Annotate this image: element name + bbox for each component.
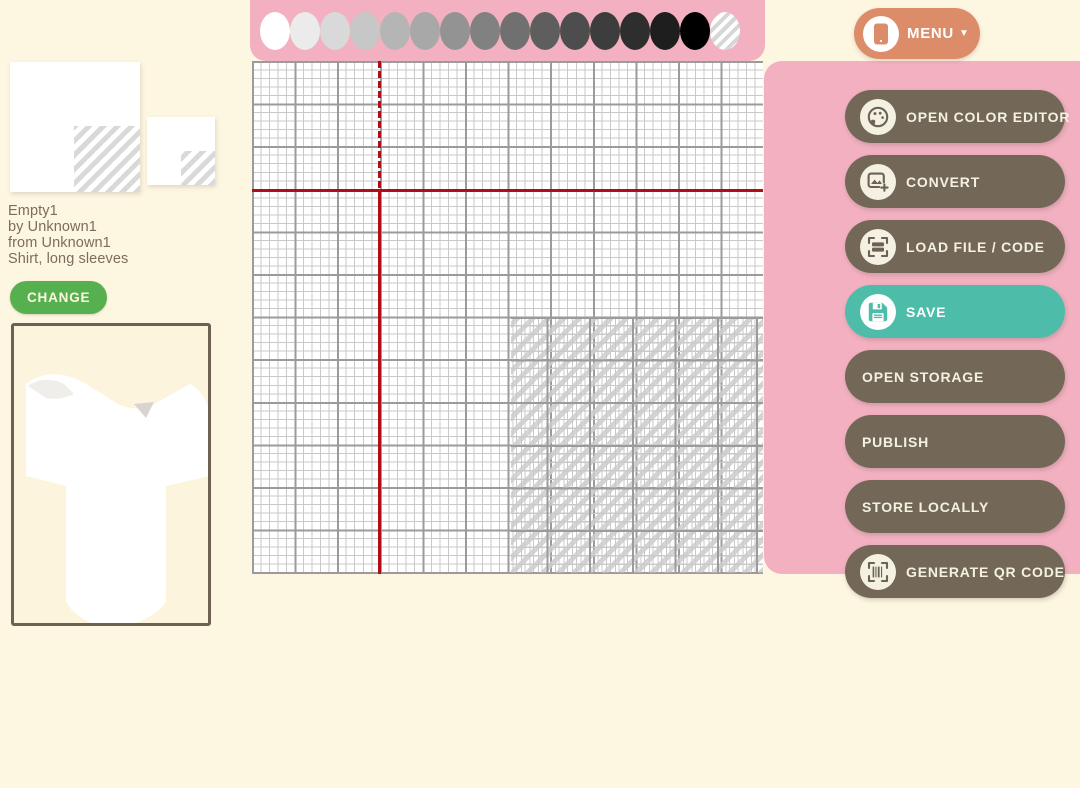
stitch-grid[interactable] [252, 61, 763, 574]
garment-thumbnail-large [10, 62, 140, 192]
palette-swatch-gray-12[interactable] [620, 11, 650, 50]
change-garment-button[interactable]: CHANGE [10, 281, 108, 314]
mobile-device-icon [863, 15, 899, 52]
panel-action-buttons: OPEN COLOR EDITOR CONVERT LOAD FILE / CODE… [845, 90, 1069, 598]
palette-swatch-gray-6[interactable] [440, 11, 470, 50]
palette-swatch-gray-11[interactable] [590, 11, 620, 50]
open-storage-label: OPEN STORAGE [862, 368, 985, 385]
generate-qr-code-label: GENERATE QR CODE [906, 563, 1065, 580]
convert-icon [860, 163, 896, 200]
palette-swatch-gray-10[interactable] [560, 11, 590, 50]
garment-metadata: Empty1 by Unknown1 from Unknown1 Shirt, … [8, 203, 128, 267]
palette-swatch-gray-4[interactable] [380, 11, 410, 50]
save-label: SAVE [906, 303, 947, 320]
palette-swatch-gray-5[interactable] [410, 11, 440, 50]
garment-thumbnail-small [147, 117, 215, 185]
palette-swatch-gray-1[interactable] [290, 11, 320, 50]
knitting-pattern-editor: Empty1 by Unknown1 from Unknown1 Shirt, … [0, 0, 1080, 788]
garment-preview[interactable] [11, 323, 211, 626]
load-file-code-label: LOAD FILE / CODE [906, 238, 1045, 255]
qr-code-icon [860, 553, 896, 590]
pattern-canvas[interactable] [252, 61, 763, 574]
alpha-checker-small [181, 151, 215, 185]
garment-thumbnails [10, 62, 215, 194]
palette-swatch-gray-7[interactable] [470, 11, 500, 50]
palette-swatch-white[interactable] [260, 11, 290, 50]
color-palette-bar [250, 0, 765, 61]
publish-button[interactable]: PUBLISH [845, 415, 1065, 468]
convert-button[interactable]: CONVERT [845, 155, 1065, 208]
garment-source: from Unknown1 [8, 235, 111, 251]
generate-qr-code-button[interactable]: GENERATE QR CODE [845, 545, 1065, 598]
palette-swatch-gray-2[interactable] [320, 11, 350, 50]
garment-author: by Unknown1 [8, 219, 97, 235]
palette-swatch-gray-9[interactable] [530, 11, 560, 50]
palette-swatch-black[interactable] [680, 11, 710, 50]
load-file-code-button[interactable]: LOAD FILE / CODE [845, 220, 1065, 273]
open-color-editor-label: OPEN COLOR EDITOR [906, 108, 1071, 125]
palette-swatch-gray-3[interactable] [350, 11, 380, 50]
publish-label: PUBLISH [862, 433, 930, 450]
palette-swatch-gray-8[interactable] [500, 11, 530, 50]
load-file-icon [860, 228, 896, 265]
mobile-device-glyph [874, 23, 888, 44]
menu-button[interactable]: MENU ▼ [854, 8, 980, 59]
palette-swatch-transparent[interactable] [710, 11, 740, 50]
garment-name: Empty1 [8, 203, 58, 219]
menu-label: MENU [907, 25, 954, 42]
floppy-disk-icon [860, 293, 896, 330]
garment-sidebar: Empty1 by Unknown1 from Unknown1 Shirt, … [0, 0, 240, 788]
palette-swatch-gray-13[interactable] [650, 11, 680, 50]
store-locally-button[interactable]: STORE LOCALLY [845, 480, 1065, 533]
open-storage-button[interactable]: OPEN STORAGE [845, 350, 1065, 403]
garment-preview-shape [26, 374, 208, 623]
chevron-down-icon: ▼ [958, 28, 969, 39]
garment-type: Shirt, long sleeves [8, 251, 129, 267]
convert-label: CONVERT [906, 173, 981, 190]
open-color-editor-button[interactable]: OPEN COLOR EDITOR [845, 90, 1069, 143]
palette-icon [860, 98, 896, 135]
alpha-checker-large [74, 126, 140, 192]
save-button[interactable]: SAVE [845, 285, 1065, 338]
store-locally-label: STORE LOCALLY [862, 498, 990, 515]
